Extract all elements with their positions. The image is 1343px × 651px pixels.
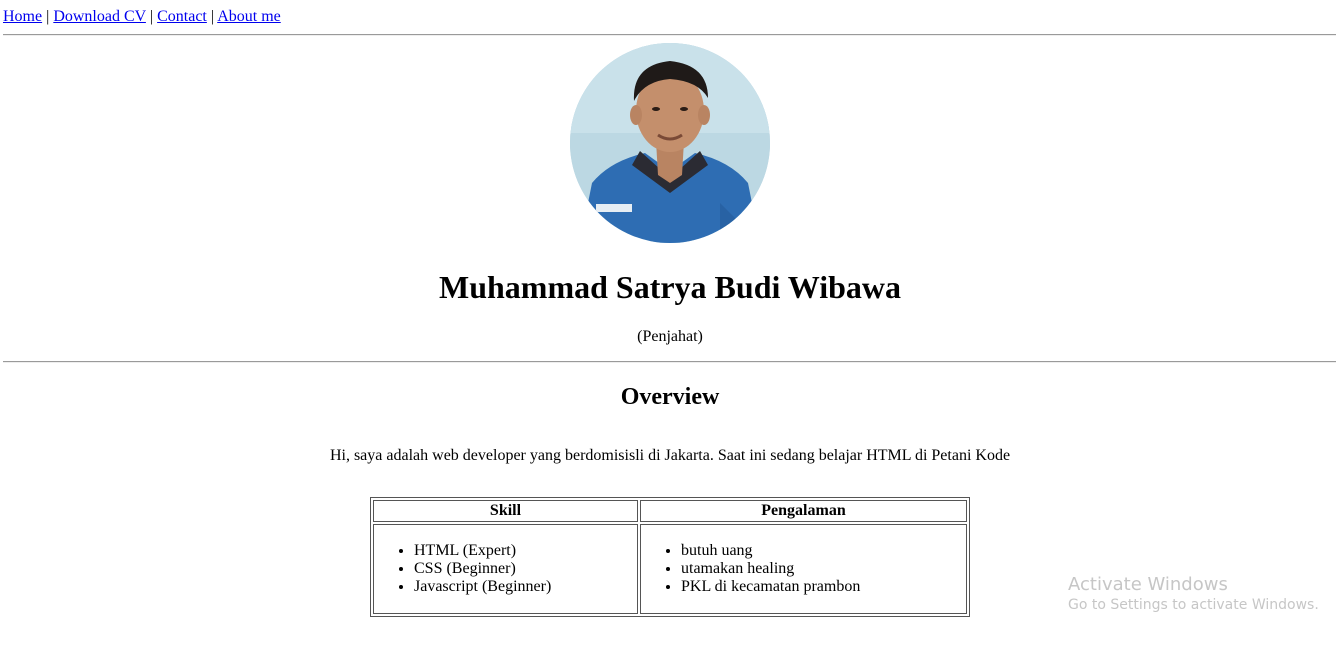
divider-top — [3, 34, 1336, 36]
table-header-skill: Skill — [373, 500, 638, 522]
experience-item: PKL di kecamatan prambon — [681, 578, 966, 596]
nav-separator: | — [149, 8, 154, 25]
profile-photo — [570, 43, 770, 243]
nav-link-about-me[interactable]: About me — [217, 8, 281, 25]
nav-link-download-cv[interactable]: Download CV — [53, 8, 146, 25]
overview-text: Hi, saya adalah web developer yang berdo… — [329, 447, 1011, 464]
experience-item: butuh uang — [681, 542, 966, 560]
divider-middle — [3, 361, 1336, 363]
experience-list: butuh uang utamakan healing PKL di kecam… — [641, 542, 966, 596]
watermark-title: Activate Windows — [1068, 574, 1228, 595]
activate-windows-watermark: Activate Windows Go to Settings to activ… — [1068, 574, 1319, 614]
skill-experience-table: Skill Pengalaman HTML (Expert) CSS (Begi… — [370, 497, 970, 617]
experience-cell: butuh uang utamakan healing PKL di kecam… — [640, 524, 967, 614]
page: Home | Download CV | Contact | About me — [0, 0, 1343, 651]
skill-list: HTML (Expert) CSS (Beginner) Javascript … — [374, 542, 637, 596]
skill-item: HTML (Expert) — [414, 542, 637, 560]
table-header-experience: Pengalaman — [640, 500, 967, 522]
profile-name: Muhammad Satrya Budi Wibawa — [438, 269, 902, 305]
watermark-subtitle: Go to Settings to activate Windows. — [1068, 597, 1319, 613]
skill-cell: HTML (Expert) CSS (Beginner) Javascript … — [373, 524, 638, 614]
nav-link-contact[interactable]: Contact — [157, 8, 207, 25]
skill-item: CSS (Beginner) — [414, 560, 637, 578]
nav-link-home[interactable]: Home — [3, 8, 42, 25]
top-nav: Home | Download CV | Contact | About me — [3, 8, 281, 26]
table-row: HTML (Expert) CSS (Beginner) Javascript … — [373, 524, 967, 614]
nav-separator: | — [46, 8, 50, 25]
table-header-row: Skill Pengalaman — [373, 500, 967, 522]
profile-nickname: (Penjahat) — [637, 328, 703, 345]
overview-heading: Overview — [620, 384, 720, 410]
nav-separator: | — [210, 8, 215, 25]
skill-item: Javascript (Beginner) — [414, 578, 637, 596]
experience-item: utamakan healing — [681, 560, 966, 578]
